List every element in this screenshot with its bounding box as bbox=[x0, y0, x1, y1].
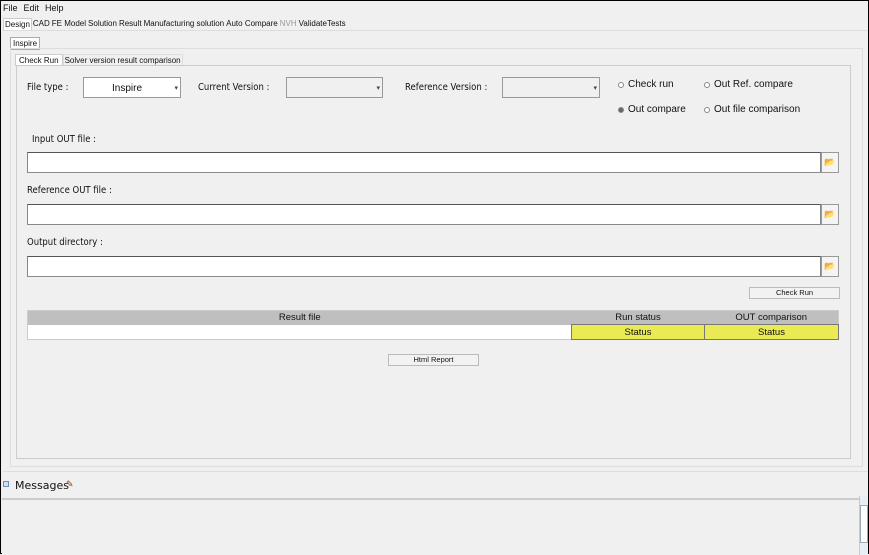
tab-manufacturing-solution[interactable]: Manufacturing solution bbox=[143, 18, 226, 30]
messages-label: Messages bbox=[15, 479, 69, 492]
cell-run-status[interactable]: Status bbox=[571, 324, 705, 340]
table-header: Result file Run status OUT comparison bbox=[27, 310, 839, 325]
folder-icon: 📂 bbox=[824, 157, 836, 167]
messages-area[interactable] bbox=[2, 498, 859, 555]
tab-nvh[interactable]: NVH bbox=[279, 18, 298, 30]
radio-label: Out Ref. compare bbox=[714, 79, 793, 90]
file-type-select[interactable]: Inspire ▾ bbox=[83, 77, 181, 98]
tab-auto-compare[interactable]: Auto Compare bbox=[225, 18, 279, 30]
file-type-label: File type : bbox=[27, 82, 69, 93]
main-tabs: Design CAD FE Model Solution Result Manu… bbox=[3, 18, 347, 30]
file-type-value: Inspire bbox=[111, 83, 142, 94]
results-table: Result file Run status OUT comparison St… bbox=[27, 310, 839, 340]
reference-out-field[interactable] bbox=[27, 204, 821, 225]
browse-output-button[interactable]: 📂 bbox=[821, 256, 839, 277]
tab-cad[interactable]: CAD bbox=[32, 18, 51, 30]
header-out-comparison: OUT comparison bbox=[704, 310, 839, 325]
current-version-select[interactable]: ▾ bbox=[286, 77, 383, 98]
header-run-status: Run status bbox=[571, 310, 705, 325]
folder-icon: 📂 bbox=[824, 209, 836, 219]
menu-help[interactable]: Help bbox=[45, 3, 64, 13]
cell-result-file[interactable] bbox=[27, 324, 572, 340]
browse-input-button[interactable]: 📂 bbox=[821, 152, 839, 173]
check-run-button[interactable]: Check Run bbox=[749, 287, 840, 299]
reference-version-label: Reference Version : bbox=[405, 82, 488, 93]
tab-validatetests[interactable]: ValidateTests bbox=[298, 18, 347, 30]
messages-checkbox[interactable] bbox=[3, 481, 9, 487]
radio-out-file-comparison[interactable]: Out file comparison bbox=[704, 104, 800, 115]
folder-icon: 📂 bbox=[824, 261, 836, 271]
output-dir-label: Output directory : bbox=[27, 237, 103, 248]
header-result-file: Result file bbox=[27, 310, 572, 325]
current-version-label: Current Version : bbox=[198, 82, 270, 93]
input-out-label: Input OUT file : bbox=[32, 134, 97, 145]
chevron-down-icon: ▾ bbox=[593, 85, 597, 92]
menu-bar: File Edit Help bbox=[3, 3, 70, 13]
input-out-field[interactable] bbox=[27, 152, 821, 173]
radio-out-compare[interactable]: Out compare bbox=[618, 104, 686, 115]
messages-scrollbar[interactable] bbox=[859, 496, 868, 555]
radio-check-run[interactable]: Check run bbox=[618, 79, 674, 90]
menu-edit[interactable]: Edit bbox=[24, 3, 40, 13]
output-dir-field[interactable] bbox=[27, 256, 821, 277]
reference-version-select[interactable]: ▾ bbox=[502, 77, 600, 98]
radio-label: Out compare bbox=[628, 104, 686, 115]
reference-out-label: Reference OUT file : bbox=[27, 185, 112, 196]
html-report-button[interactable]: Html Report bbox=[388, 354, 479, 366]
tab-fe-model[interactable]: FE Model bbox=[51, 18, 87, 30]
cell-out-comparison[interactable]: Status bbox=[704, 324, 839, 340]
pencil-icon[interactable]: ✎ bbox=[66, 479, 74, 490]
tab-design[interactable]: Design bbox=[3, 18, 32, 30]
tab-result[interactable]: Result bbox=[118, 18, 143, 30]
chevron-down-icon: ▾ bbox=[376, 85, 380, 92]
radio-out-ref-compare[interactable]: Out Ref. compare bbox=[704, 79, 793, 90]
table-row[interactable]: Status Status bbox=[27, 324, 839, 340]
radio-label: Out file comparison bbox=[714, 104, 801, 115]
tab-solution[interactable]: Solution bbox=[87, 18, 118, 30]
radio-label: Check run bbox=[628, 79, 674, 90]
menu-file[interactable]: File bbox=[3, 3, 18, 13]
browse-reference-button[interactable]: 📂 bbox=[821, 204, 839, 225]
chevron-down-icon: ▾ bbox=[174, 85, 178, 92]
